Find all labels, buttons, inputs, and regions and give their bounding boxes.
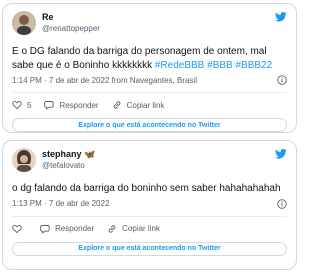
tweet-meta: 1:13 PM · 7 de abr de 2022: [12, 198, 287, 209]
avatar[interactable]: [12, 148, 36, 172]
tweet-text: o dg falando da barriga do boninho sem s…: [12, 182, 285, 196]
timestamp[interactable]: 1:14 PM · 7 de abr de 2022 from Navegant…: [12, 76, 197, 85]
author-names[interactable]: Re @renattopepper: [42, 12, 100, 34]
action-bar: 5 Responder Copiar link: [12, 99, 287, 111]
like-count: 5: [27, 100, 32, 110]
reply-button[interactable]: Responder: [44, 100, 99, 110]
info-icon[interactable]: [277, 198, 287, 209]
heart-icon: [12, 101, 22, 110]
tweet-meta: 1:14 PM · 7 de abr de 2022 from Navegant…: [12, 75, 287, 85]
copy-link-label: Copiar link: [126, 100, 165, 110]
twitter-bird-icon[interactable]: [275, 12, 287, 22]
reply-button[interactable]: Responder: [40, 224, 94, 234]
tweet-header: stephany 🦋 @tefalovato: [12, 148, 287, 174]
copy-link-button[interactable]: Copiar link: [107, 224, 160, 234]
reply-label: Responder: [55, 224, 95, 233]
twitter-bird-icon[interactable]: [275, 149, 287, 159]
copy-link-label: Copiar link: [122, 224, 160, 233]
explore-button[interactable]: Explore o que está acontecendo no Twitte…: [12, 118, 287, 132]
copy-link-button[interactable]: Copiar link: [112, 100, 165, 110]
avatar[interactable]: [12, 11, 36, 35]
info-icon[interactable]: [277, 75, 287, 85]
timestamp[interactable]: 1:13 PM · 7 de abr de 2022: [12, 199, 109, 208]
reply-label: Responder: [59, 100, 99, 110]
link-icon: [108, 224, 116, 233]
like-button[interactable]: 5: [12, 100, 31, 110]
author-names[interactable]: stephany 🦋 @tefalovato: [42, 149, 95, 171]
link-icon: [113, 101, 120, 109]
action-bar: Responder Copiar link: [12, 223, 287, 235]
hashtags[interactable]: #RedeBBB #BBB #BBB22: [155, 60, 272, 71]
reply-icon: [40, 224, 50, 234]
divider: [12, 215, 287, 217]
user-handle[interactable]: @renattopepper: [42, 23, 100, 34]
display-name[interactable]: Re: [42, 12, 100, 23]
display-name[interactable]: stephany 🦋: [42, 149, 95, 160]
tweet-body: o dg falando da barriga do boninho sem s…: [12, 183, 281, 194]
heart-icon: [12, 224, 22, 233]
tweet-card[interactable]: stephany 🦋 @tefalovato o dg falando da b…: [2, 140, 297, 270]
tweet-header: Re @renattopepper: [12, 11, 287, 37]
tweet-text: E o DG falando da barriga do personagem …: [12, 45, 285, 72]
like-button[interactable]: [12, 224, 27, 234]
reply-icon: [44, 101, 55, 110]
explore-button[interactable]: Explore o que está acontecendo no Twitte…: [12, 241, 287, 256]
tweet-card[interactable]: Re @renattopepper E o DG falando da barr…: [2, 3, 297, 133]
divider: [12, 92, 287, 93]
user-handle[interactable]: @tefalovato: [42, 160, 95, 171]
